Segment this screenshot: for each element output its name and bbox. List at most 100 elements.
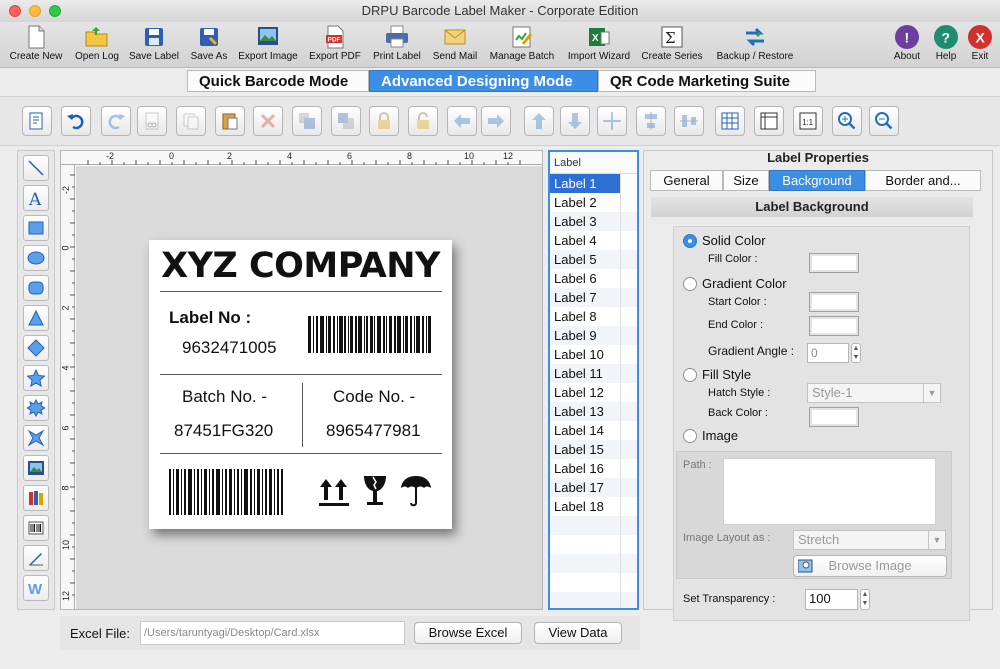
tab-background[interactable]: Background (769, 170, 865, 191)
divider-line-vertical[interactable] (302, 383, 303, 447)
print-label-button[interactable]: Print Label (369, 24, 425, 63)
unlock-button[interactable] (408, 106, 438, 136)
divider-line[interactable] (160, 374, 442, 375)
cut-button[interactable] (137, 106, 167, 136)
redo-button[interactable] (101, 106, 131, 136)
help-button[interactable]: ? Help (929, 24, 963, 63)
star-tool[interactable] (23, 365, 49, 391)
barcode-image-bottom[interactable] (169, 469, 283, 515)
ruler-button[interactable] (754, 106, 784, 136)
list-item[interactable]: Label 12 (550, 383, 637, 402)
fill-color-swatch[interactable] (809, 253, 859, 273)
export-pdf-button[interactable]: PDF Export PDF (306, 24, 364, 63)
move-right-button[interactable] (481, 106, 511, 136)
grid-button[interactable] (715, 106, 745, 136)
move-up-button[interactable] (524, 106, 554, 136)
library-tool[interactable] (23, 485, 49, 511)
this-way-up-icon[interactable] (319, 476, 349, 508)
exit-button[interactable]: X Exit (964, 24, 996, 63)
browse-image-button[interactable]: Browse Image (793, 555, 947, 577)
properties-button[interactable] (22, 106, 52, 136)
hatch-style-select[interactable]: Style-1 ▼ (807, 383, 941, 403)
gradient-angle-input[interactable]: 0 (807, 343, 849, 363)
ellipse-tool[interactable] (23, 245, 49, 271)
fill-style-radio[interactable] (683, 368, 697, 382)
watermark-tool[interactable]: W (23, 575, 49, 601)
delete-button[interactable] (253, 106, 283, 136)
zoom-in-button[interactable] (832, 106, 862, 136)
line-tool[interactable] (23, 155, 49, 181)
label-no-title[interactable]: Label No : (169, 308, 251, 328)
move-left-button[interactable] (447, 106, 477, 136)
list-item[interactable]: Label 18 (550, 497, 637, 516)
send-mail-button[interactable]: Send Mail (429, 24, 481, 63)
actual-size-button[interactable]: 1:1 (793, 106, 823, 136)
tab-qr-code-marketing-suite[interactable]: QR Code Marketing Suite (598, 70, 816, 92)
list-item[interactable]: Label 16 (550, 459, 637, 478)
signature-tool[interactable] (23, 545, 49, 571)
tab-quick-barcode-mode[interactable]: Quick Barcode Mode (187, 70, 369, 92)
cross-star-tool[interactable] (23, 425, 49, 451)
list-item[interactable]: Label 6 (550, 269, 637, 288)
diamond-tool[interactable] (23, 335, 49, 361)
window-minimize-button[interactable] (29, 5, 41, 17)
about-button[interactable]: ! About (889, 24, 925, 63)
tab-general[interactable]: General (650, 170, 723, 191)
list-item[interactable]: Label 15 (550, 440, 637, 459)
save-label-button[interactable]: Save Label (126, 24, 182, 63)
export-image-button[interactable]: Export Image (236, 24, 300, 63)
view-data-button[interactable]: View Data (534, 622, 622, 644)
align-vertical-button[interactable] (674, 106, 704, 136)
transparency-input[interactable]: 100 (805, 589, 858, 610)
triangle-tool[interactable] (23, 305, 49, 331)
transparency-stepper[interactable]: ▲ ▼ (860, 589, 870, 610)
code-no-title[interactable]: Code No. - (333, 387, 415, 407)
create-series-button[interactable]: Σ Create Series (639, 24, 705, 63)
excel-file-input[interactable]: /Users/taruntyagi/Desktop/Card.xlsx (140, 621, 405, 645)
fragile-glass-icon[interactable] (361, 474, 389, 508)
backup-restore-button[interactable]: Backup / Restore (711, 24, 799, 63)
list-item[interactable]: Label 8 (550, 307, 637, 326)
back-color-swatch[interactable] (809, 407, 859, 427)
batch-no-value[interactable]: 87451FG320 (174, 421, 273, 441)
image-path-area[interactable] (723, 458, 936, 525)
list-item[interactable]: Label 3 (550, 212, 637, 231)
window-maximize-button[interactable] (49, 5, 61, 17)
batch-no-title[interactable]: Batch No. - (182, 387, 267, 407)
list-item[interactable]: Label 4 (550, 231, 637, 250)
image-layout-select[interactable]: Stretch ▼ (793, 530, 946, 550)
undo-button[interactable] (61, 106, 91, 136)
image-radio[interactable] (683, 429, 697, 443)
keep-dry-umbrella-icon[interactable] (400, 474, 432, 508)
save-as-button[interactable]: Save As (186, 24, 232, 63)
list-item-label-1[interactable]: Label 1 (550, 174, 620, 193)
solid-color-radio[interactable] (683, 234, 697, 248)
move-down-button[interactable] (560, 106, 590, 136)
list-item[interactable]: Label 14 (550, 421, 637, 440)
rounded-rectangle-tool[interactable] (23, 275, 49, 301)
company-name-text[interactable]: XYZ COMPANY (149, 246, 452, 286)
list-item[interactable]: Label 17 (550, 478, 637, 497)
lock-button[interactable] (369, 106, 399, 136)
manage-batch-button[interactable]: Manage Batch (485, 24, 559, 63)
barcode-label[interactable]: XYZ COMPANY Label No : 9632471005 Batch … (149, 240, 452, 529)
image-tool[interactable] (23, 455, 49, 481)
list-item[interactable]: Label 10 (550, 345, 637, 364)
list-item[interactable]: Label 13 (550, 402, 637, 421)
rectangle-tool[interactable] (23, 215, 49, 241)
list-item[interactable]: Label 7 (550, 288, 637, 307)
gradient-color-radio[interactable] (683, 277, 697, 291)
tab-advanced-designing-mode[interactable]: Advanced Designing Mode (369, 70, 598, 92)
list-item[interactable]: Label 11 (550, 364, 637, 383)
send-back-button[interactable] (331, 106, 361, 136)
browse-excel-button[interactable]: Browse Excel (414, 622, 522, 644)
open-log-button[interactable]: Open Log (70, 24, 124, 63)
align-horizontal-button[interactable] (636, 106, 666, 136)
divider-line[interactable] (160, 453, 442, 454)
tab-size[interactable]: Size (723, 170, 769, 191)
end-color-swatch[interactable] (809, 316, 859, 336)
code-no-value[interactable]: 8965477981 (326, 421, 421, 441)
label-no-value[interactable]: 9632471005 (182, 338, 277, 358)
paste-button[interactable] (215, 106, 245, 136)
bring-front-button[interactable] (292, 106, 322, 136)
